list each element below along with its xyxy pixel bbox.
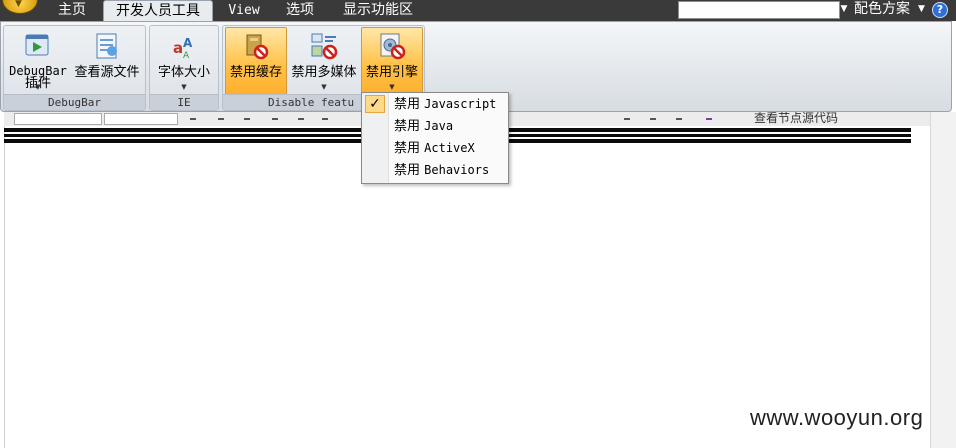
menu-item-prefix: 禁用 xyxy=(394,141,421,156)
font-size-label: 字体大小 xyxy=(157,65,210,80)
menu-item-label: ActiveX xyxy=(424,141,475,155)
toolbar-button[interactable] xyxy=(624,118,630,120)
chevron-down-icon: ▼ xyxy=(321,83,327,91)
menu-item-label: Javascript xyxy=(424,97,497,111)
color-scheme-menu[interactable]: 配色方案 xyxy=(854,0,910,21)
title-tab-bar: ▼ 主页 开发人员工具 View 选项 显示功能区 ▼ 配色方案 ▼ ? xyxy=(0,0,956,22)
chevron-down-icon: ▼ xyxy=(389,83,395,91)
toolbar-button[interactable] xyxy=(706,118,712,120)
group-label-ie: IE xyxy=(150,94,218,110)
right-scroll-strip[interactable] xyxy=(930,112,956,448)
font-size-button[interactable]: a A A 字体大小 ▼ xyxy=(152,27,216,95)
toolbar-button[interactable] xyxy=(298,118,304,120)
view-source-icon xyxy=(96,33,117,59)
disable-media-label: 禁用多媒体 xyxy=(291,65,357,80)
menu-item-label: Behaviors xyxy=(424,163,490,177)
svg-text:A: A xyxy=(183,51,190,61)
tab-options[interactable]: 选项 xyxy=(278,0,322,21)
disable-cache-label: 禁用缓存 xyxy=(229,65,282,80)
toolbar-button[interactable] xyxy=(676,118,682,120)
chevron-down-icon: ▼ xyxy=(181,83,187,91)
toolbar-button[interactable] xyxy=(650,118,656,120)
chevron-down-icon: ▼ xyxy=(35,83,41,91)
toolbar-select-1[interactable] xyxy=(14,113,102,125)
toolbar-button[interactable] xyxy=(244,118,250,120)
toolbar-button[interactable] xyxy=(190,118,196,120)
menu-item-disable-activex[interactable]: 禁用 ActiveX xyxy=(363,138,507,159)
check-icon: ✓ xyxy=(365,95,385,113)
disable-media-icon xyxy=(311,33,338,60)
toolbar-button[interactable] xyxy=(322,118,328,120)
menu-item-prefix: 禁用 xyxy=(394,97,421,112)
chevron-down-icon[interactable]: ▼ xyxy=(918,0,925,21)
search-dropdown-icon[interactable]: ▼ xyxy=(838,1,850,17)
disable-cache-icon xyxy=(246,34,269,60)
app-orb-icon[interactable]: ▼ xyxy=(2,0,38,14)
group-label-debugbar: DebugBar xyxy=(4,94,145,110)
font-size-icon: a A A xyxy=(173,36,193,61)
disable-engine-label: 禁用引擎 xyxy=(365,65,418,80)
menu-item-label: Java xyxy=(424,119,454,133)
group-debugbar: DebugBar 插件 ▼ 查看源文件 DebugBar xyxy=(3,25,146,111)
search-input[interactable] xyxy=(678,1,840,19)
tab-developer-tools[interactable]: 开发人员工具 xyxy=(103,0,213,22)
view-source-label: 查看源文件 xyxy=(74,65,140,80)
view-source-button[interactable]: 查看源文件 xyxy=(70,27,144,95)
toolbar-select-2[interactable] xyxy=(104,113,178,125)
svg-text:a: a xyxy=(173,39,183,57)
menu-item-disable-javascript[interactable]: ✓ 禁用 Javascript xyxy=(363,94,507,115)
tab-home[interactable]: 主页 xyxy=(46,0,98,21)
menu-item-prefix: 禁用 xyxy=(394,163,421,178)
menu-item-disable-behaviors[interactable]: 禁用 Behaviors xyxy=(363,160,507,181)
toolbar-button[interactable] xyxy=(272,118,278,120)
help-icon[interactable]: ? xyxy=(932,2,948,18)
watermark-text: www.wooyun.org xyxy=(750,405,924,430)
debugbar-plugin-icon xyxy=(25,34,49,56)
group-ie: a A A 字体大小 ▼ IE xyxy=(149,25,219,111)
disable-cache-button[interactable]: 禁用缓存 xyxy=(225,27,287,95)
toolbar-button[interactable] xyxy=(218,118,224,120)
disable-engine-icon xyxy=(380,33,406,60)
disable-media-button[interactable]: 禁用多媒体 ▼ xyxy=(289,27,359,95)
menu-item-prefix: 禁用 xyxy=(394,119,421,134)
menu-item-disable-java[interactable]: 禁用 Java xyxy=(363,116,507,137)
tab-view[interactable]: View xyxy=(220,0,268,21)
debugbar-plugin-button[interactable]: DebugBar 插件 ▼ xyxy=(6,27,70,95)
tab-show-ribbon[interactable]: 显示功能区 xyxy=(335,0,421,21)
toolbar-view-node-source[interactable]: 查看节点源代码 xyxy=(754,112,838,126)
svg-text:A: A xyxy=(183,36,193,50)
disable-engine-menu: ✓ 禁用 Javascript 禁用 Java 禁用 ActiveX 禁用 Be… xyxy=(361,92,509,184)
disable-engine-button[interactable]: 禁用引擎 ▼ xyxy=(361,27,423,95)
